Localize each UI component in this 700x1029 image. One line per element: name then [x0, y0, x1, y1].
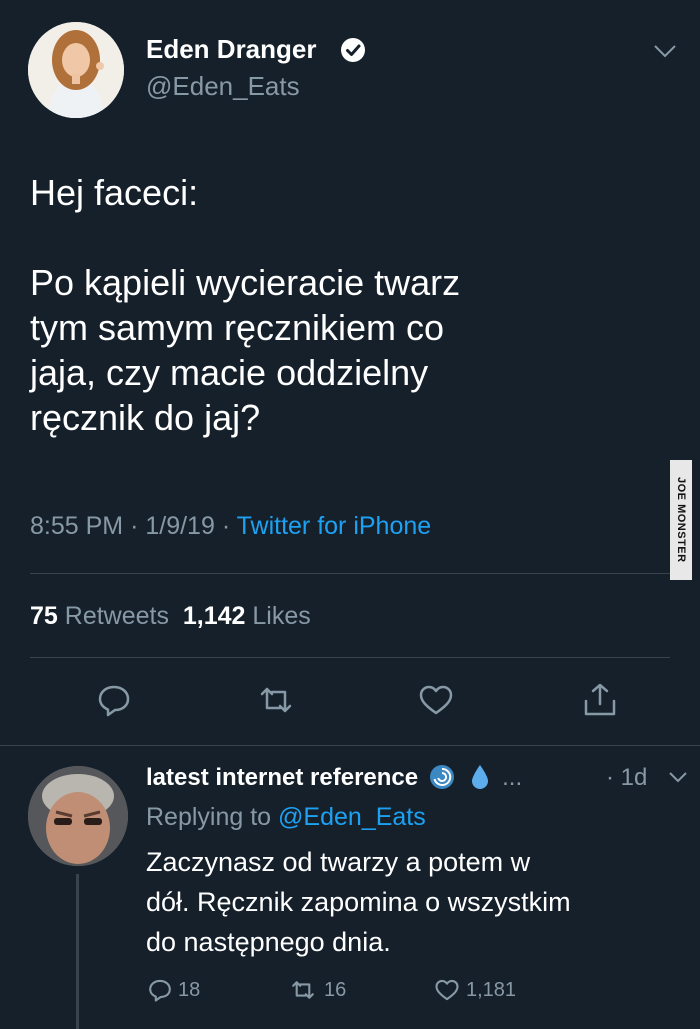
reply-retweet-button[interactable]: 16 — [286, 975, 346, 1005]
likes-count[interactable]: 1,142 — [183, 602, 246, 630]
reply-text: Zaczynasz od twarzy a potem w dół. Ręczn… — [146, 847, 571, 957]
reply-reply-button[interactable]: 18 — [146, 975, 200, 1005]
like-icon[interactable] — [416, 680, 456, 720]
tweet-meta: 8:55 PM · 1/9/19 · Twitter for iPhone — [30, 510, 431, 542]
reply-time[interactable]: · 1d — [606, 763, 647, 793]
tweet-time: 8:55 PM — [30, 512, 124, 540]
reply-icon[interactable] — [94, 680, 134, 720]
retweet-icon[interactable] — [256, 680, 296, 720]
reply-retweet-count: 16 — [324, 978, 347, 1001]
reply-reply-count: 18 — [178, 978, 201, 1001]
watermark: JOE MONSTER — [670, 460, 692, 580]
retweets-count[interactable]: 75 — [30, 602, 58, 630]
reply-like-button[interactable]: 1,181 — [432, 975, 516, 1005]
like-icon — [435, 979, 459, 1001]
replying-to: Replying to @Eden_Eats — [146, 802, 426, 832]
verified-badge-icon — [341, 38, 365, 62]
reply-author-name-row[interactable]: latest internet reference ... — [146, 763, 522, 793]
share-icon[interactable] — [580, 680, 620, 720]
author-avatar[interactable] — [28, 22, 124, 118]
author-handle[interactable]: @Eden_Eats — [146, 70, 300, 102]
reply-author-name[interactable]: latest internet reference — [146, 764, 418, 791]
droplet-emoji-icon — [472, 765, 489, 789]
replying-handle-link[interactable]: @Eden_Eats — [278, 803, 426, 831]
divider — [30, 657, 670, 658]
tweet-text: Hej faceci: Po kąpieli wycieracie twarz … — [30, 172, 461, 438]
reply-author-avatar[interactable] — [28, 766, 128, 866]
thread-line — [76, 874, 79, 1029]
chevron-down-icon[interactable] — [652, 42, 678, 60]
replying-label: Replying to — [146, 803, 272, 831]
tweet-stats: 75 Retweets 1,142 Likes — [30, 600, 311, 632]
reply-icon — [149, 979, 171, 1002]
reply-chevron-down-icon[interactable] — [668, 770, 688, 784]
likes-label[interactable]: Likes — [252, 602, 310, 630]
meta-separator: · — [130, 512, 139, 540]
reply-name-ellipsis: ... — [502, 764, 523, 791]
retweets-label[interactable]: Retweets — [65, 602, 169, 630]
author-name[interactable]: Eden Dranger — [146, 33, 317, 65]
meta-separator: · — [221, 512, 231, 540]
divider — [30, 573, 670, 574]
tweet-date: 1/9/19 — [145, 512, 215, 540]
tweet-source-link[interactable]: Twitter for iPhone — [237, 512, 432, 540]
retweet-icon — [292, 981, 314, 999]
section-divider — [0, 745, 700, 746]
reply-like-count: 1,181 — [466, 978, 517, 1001]
cyclone-emoji-icon — [429, 765, 454, 789]
